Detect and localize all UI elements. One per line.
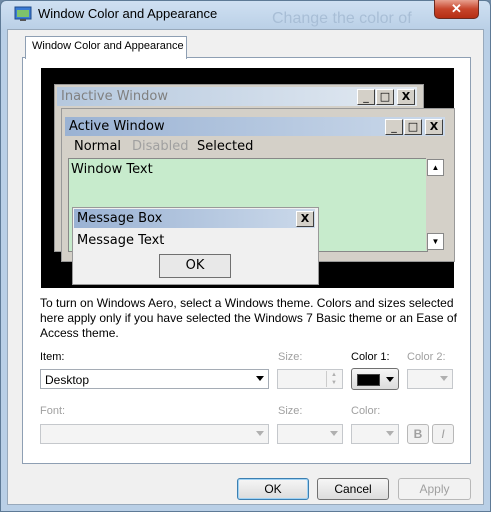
tab-label: Window Color and Appearance	[32, 40, 184, 52]
inactive-minimize-icon: _	[357, 89, 375, 105]
color2-label: Color 2:	[407, 351, 446, 363]
font-color-label: Color:	[351, 405, 381, 417]
chevron-down-icon	[256, 431, 264, 436]
message-text-sample: Message Text	[77, 233, 165, 248]
aero-description: To turn on Windows Aero, select a Window…	[40, 296, 457, 340]
item-label: Item:	[40, 351, 65, 363]
window-text-sample: Window Text	[71, 162, 153, 177]
item-select[interactable]: Desktop	[40, 369, 269, 389]
color-swatch	[357, 374, 380, 386]
font-size-select[interactable]	[277, 424, 343, 444]
active-maximize-icon: □	[404, 119, 422, 135]
app-icon	[14, 6, 32, 22]
active-close-icon: X	[425, 119, 443, 135]
color1-picker-button[interactable]	[351, 368, 399, 390]
italic-button[interactable]: I	[432, 424, 454, 444]
color2-picker-button[interactable]	[407, 369, 453, 389]
item-select-value: Desktop	[45, 373, 90, 387]
message-box-title: Message Box	[77, 211, 163, 226]
apply-button[interactable]: Apply	[398, 478, 471, 500]
ok-button[interactable]: OK	[237, 478, 309, 500]
close-icon: ✕	[451, 1, 462, 16]
bold-button[interactable]: B	[407, 424, 429, 444]
chevron-down-icon	[386, 377, 394, 382]
scroll-down-icon: ▼	[427, 233, 444, 250]
chevron-down-icon	[440, 376, 448, 381]
active-window-title: Active Window	[69, 119, 165, 134]
inactive-window-title: Inactive Window	[61, 89, 168, 104]
font-select[interactable]	[40, 424, 269, 444]
close-button[interactable]: ✕	[434, 0, 479, 19]
cancel-button[interactable]: Cancel	[317, 478, 389, 500]
chevron-down-icon	[256, 376, 264, 381]
window-title: Window Color and Appearance	[38, 6, 218, 21]
font-size-label: Size:	[278, 405, 303, 417]
active-minimize-icon: _	[385, 119, 403, 135]
inactive-close-icon: X	[397, 89, 415, 105]
stepper-down-icon[interactable]: ▼	[326, 379, 341, 387]
menu-item-disabled: Disabled	[132, 139, 189, 154]
inactive-maximize-icon: □	[376, 89, 394, 105]
size-label: Size:	[278, 351, 303, 363]
background-window-text: Change the color of	[272, 10, 412, 27]
scroll-up-icon: ▲	[427, 159, 444, 176]
message-box-ok-button: OK	[159, 254, 231, 278]
stepper-up-icon[interactable]: ▲	[326, 371, 341, 379]
chevron-down-icon	[330, 431, 338, 436]
menu-item-normal: Normal	[74, 139, 122, 154]
font-color-picker[interactable]	[351, 424, 399, 444]
size-stepper[interactable]: ▲ ▼	[277, 369, 343, 389]
message-box-close-icon: X	[296, 211, 314, 227]
font-label: Font:	[40, 405, 66, 417]
chevron-down-icon	[386, 431, 394, 436]
color1-label: Color 1:	[351, 351, 390, 363]
menu-item-selected: Selected	[197, 139, 254, 154]
